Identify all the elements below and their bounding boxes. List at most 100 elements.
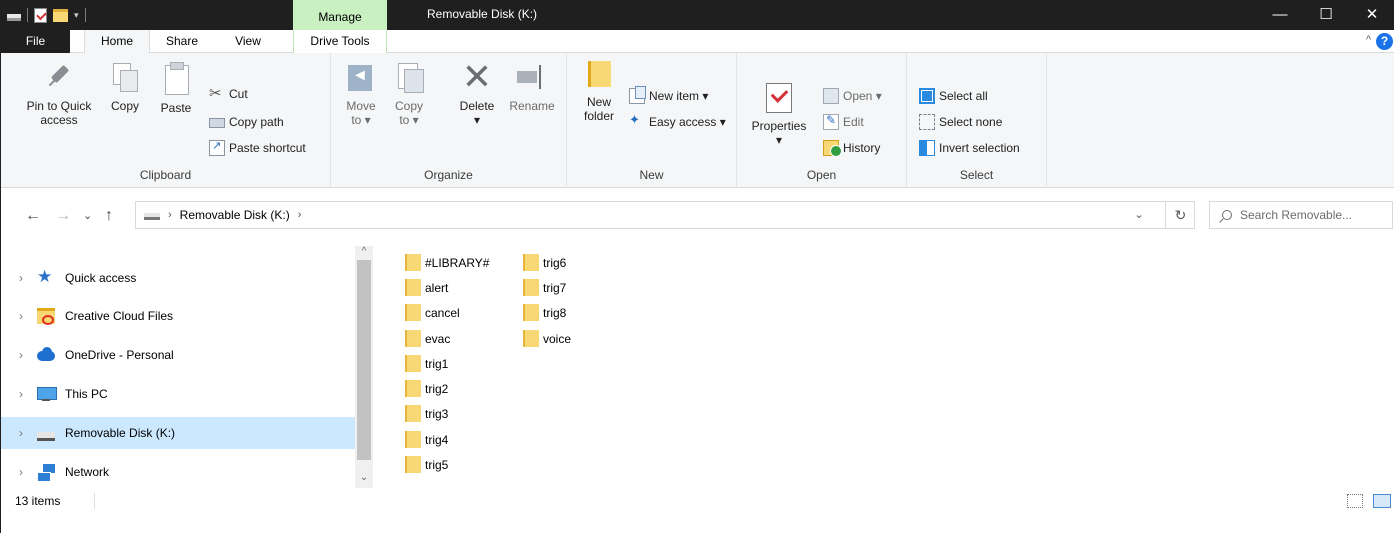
list-item[interactable]: evac xyxy=(405,326,450,351)
select-none-button[interactable]: Select none xyxy=(919,111,1002,133)
search-input[interactable]: Search Removable... xyxy=(1209,201,1393,229)
breadcrumb-separator-icon[interactable]: › xyxy=(298,209,302,221)
open-icon xyxy=(823,88,839,104)
select-all-icon xyxy=(919,88,935,104)
new-folder-button[interactable]: New folder xyxy=(577,61,621,123)
easy-access-label[interactable]: Easy access ▾ xyxy=(649,115,726,129)
properties-icon[interactable] xyxy=(34,7,47,23)
properties-button[interactable]: Properties ▾ xyxy=(749,61,809,147)
move-to-icon xyxy=(346,61,376,93)
expand-chevron-icon[interactable]: › xyxy=(19,271,27,285)
delete-x-icon: ✕ xyxy=(461,56,493,97)
tab-home[interactable]: Home xyxy=(84,30,150,54)
file-name: trig3 xyxy=(425,406,449,421)
nav-item-creative-cloud-files[interactable]: › Creative Cloud Files xyxy=(1,300,355,332)
address-dropdown-chevron-icon[interactable]: ⌄ xyxy=(1122,202,1156,228)
delete-button[interactable]: ✕ Delete ▾ xyxy=(451,56,503,128)
move-to-button[interactable]: Move to ▾ xyxy=(339,61,383,127)
paste-shortcut-button[interactable]: Paste shortcut xyxy=(209,137,306,159)
tab-file[interactable]: File xyxy=(1,30,70,53)
open-group-label: Open xyxy=(806,168,837,182)
select-all-button[interactable]: Select all xyxy=(919,85,988,107)
invert-selection-label: Invert selection xyxy=(939,141,1020,155)
customize-toolbar-chevron-icon[interactable]: ▾ xyxy=(74,10,79,21)
list-item[interactable]: cancel xyxy=(405,300,460,325)
tab-share[interactable]: Share xyxy=(153,30,211,53)
new-item-button[interactable]: New item ▾ xyxy=(629,85,708,107)
scrollbar-thumb[interactable] xyxy=(357,260,371,460)
copy-path-button[interactable]: Copy path xyxy=(209,111,284,133)
new-item-icon xyxy=(629,86,646,104)
clipboard-group: Pin to Quick access Copy Paste Cut Copy … xyxy=(1,53,331,188)
computer-icon xyxy=(37,386,57,402)
pin-icon xyxy=(43,61,75,93)
expand-chevron-icon[interactable]: › xyxy=(19,348,27,362)
scroll-down-chevron-icon[interactable]: ⌄ xyxy=(355,472,373,483)
open-button[interactable]: Open ▾ xyxy=(823,85,882,107)
new-folder-icon xyxy=(586,59,612,89)
clipboard-group-label: Clipboard xyxy=(139,168,192,182)
refresh-icon[interactable]: ↻ xyxy=(1165,201,1195,229)
list-item[interactable]: trig8 xyxy=(523,300,566,325)
list-item[interactable]: trig2 xyxy=(405,376,448,401)
edit-button[interactable]: Edit xyxy=(823,111,864,133)
back-arrow-icon[interactable]: ← xyxy=(25,207,41,225)
recent-locations-chevron-icon[interactable]: ⌄ xyxy=(83,209,92,222)
expand-chevron-icon[interactable]: › xyxy=(19,309,27,323)
tab-view[interactable]: View xyxy=(215,30,281,53)
paste-shortcut-label: Paste shortcut xyxy=(229,141,306,155)
copy-button[interactable]: Copy xyxy=(101,61,149,113)
file-list: #LIBRARY# alert cancel evac trig1 trig2 … xyxy=(373,246,1394,488)
expand-chevron-icon[interactable]: › xyxy=(19,387,27,401)
maximize-button[interactable]: ☐ xyxy=(1303,0,1349,30)
collapse-ribbon-chevron-icon[interactable]: ^ xyxy=(1366,34,1371,46)
path-input[interactable]: › Removable Disk (K:) › ⌄ xyxy=(135,201,1195,229)
list-item[interactable]: trig4 xyxy=(405,427,448,452)
details-view-icon[interactable] xyxy=(1347,494,1363,508)
breadcrumb-location[interactable]: Removable Disk (K:) xyxy=(180,208,290,222)
folder-icon xyxy=(405,456,421,473)
expand-chevron-icon[interactable]: › xyxy=(19,465,27,479)
invert-selection-button[interactable]: Invert selection xyxy=(919,137,1020,159)
cut-button[interactable]: Cut xyxy=(209,83,248,105)
tab-drive-tools[interactable]: Drive Tools xyxy=(293,30,387,53)
list-item[interactable]: voice xyxy=(523,326,571,351)
scroll-up-chevron-icon[interactable]: ^ xyxy=(355,246,373,257)
nav-item-this-pc[interactable]: › This PC xyxy=(1,378,355,410)
nav-item-network[interactable]: › Network xyxy=(1,456,355,488)
navigation-scrollbar[interactable]: ^ ⌄ xyxy=(355,246,373,488)
nav-item-removable-disk[interactable]: › Removable Disk (K:) xyxy=(1,417,355,449)
rename-button[interactable]: Rename xyxy=(503,61,561,113)
paste-button[interactable]: Paste xyxy=(151,61,201,115)
forward-arrow-icon[interactable]: → xyxy=(55,207,71,225)
paste-label: Paste xyxy=(160,101,192,115)
file-name: trig7 xyxy=(543,280,567,295)
list-item[interactable]: #LIBRARY# xyxy=(405,250,489,275)
close-button[interactable]: ✕ xyxy=(1349,0,1394,30)
easy-access-button[interactable]: Easy access ▾ xyxy=(629,111,726,133)
nav-item-quick-access[interactable]: › Quick access xyxy=(1,262,355,294)
select-group-label: Select xyxy=(959,168,994,182)
list-item[interactable]: trig1 xyxy=(405,351,448,376)
list-item[interactable]: trig7 xyxy=(523,275,566,300)
history-icon xyxy=(823,140,842,157)
up-arrow-icon[interactable]: ↑ xyxy=(105,207,113,225)
list-item[interactable]: trig5 xyxy=(405,452,448,477)
pin-label-line1: Pin to Quick xyxy=(26,99,92,113)
breadcrumb-separator-icon[interactable]: › xyxy=(168,209,172,221)
history-button[interactable]: History xyxy=(823,137,880,159)
folder-icon xyxy=(523,279,539,296)
expand-chevron-icon[interactable]: › xyxy=(19,426,27,440)
new-folder-icon[interactable] xyxy=(53,8,68,22)
pin-to-quick-access-button[interactable]: Pin to Quick access xyxy=(17,61,101,127)
minimize-button[interactable]: — xyxy=(1257,0,1303,30)
list-item[interactable]: alert xyxy=(405,275,448,300)
new-item-label[interactable]: New item ▾ xyxy=(649,89,708,103)
list-item[interactable]: trig3 xyxy=(405,401,448,426)
nav-item-onedrive[interactable]: › OneDrive - Personal xyxy=(1,339,355,371)
file-name: trig4 xyxy=(425,432,449,447)
help-icon[interactable]: ? xyxy=(1376,33,1393,50)
large-icons-view-icon[interactable] xyxy=(1373,494,1391,508)
list-item[interactable]: trig6 xyxy=(523,250,566,275)
copy-to-button[interactable]: Copy to ▾ xyxy=(387,61,431,127)
